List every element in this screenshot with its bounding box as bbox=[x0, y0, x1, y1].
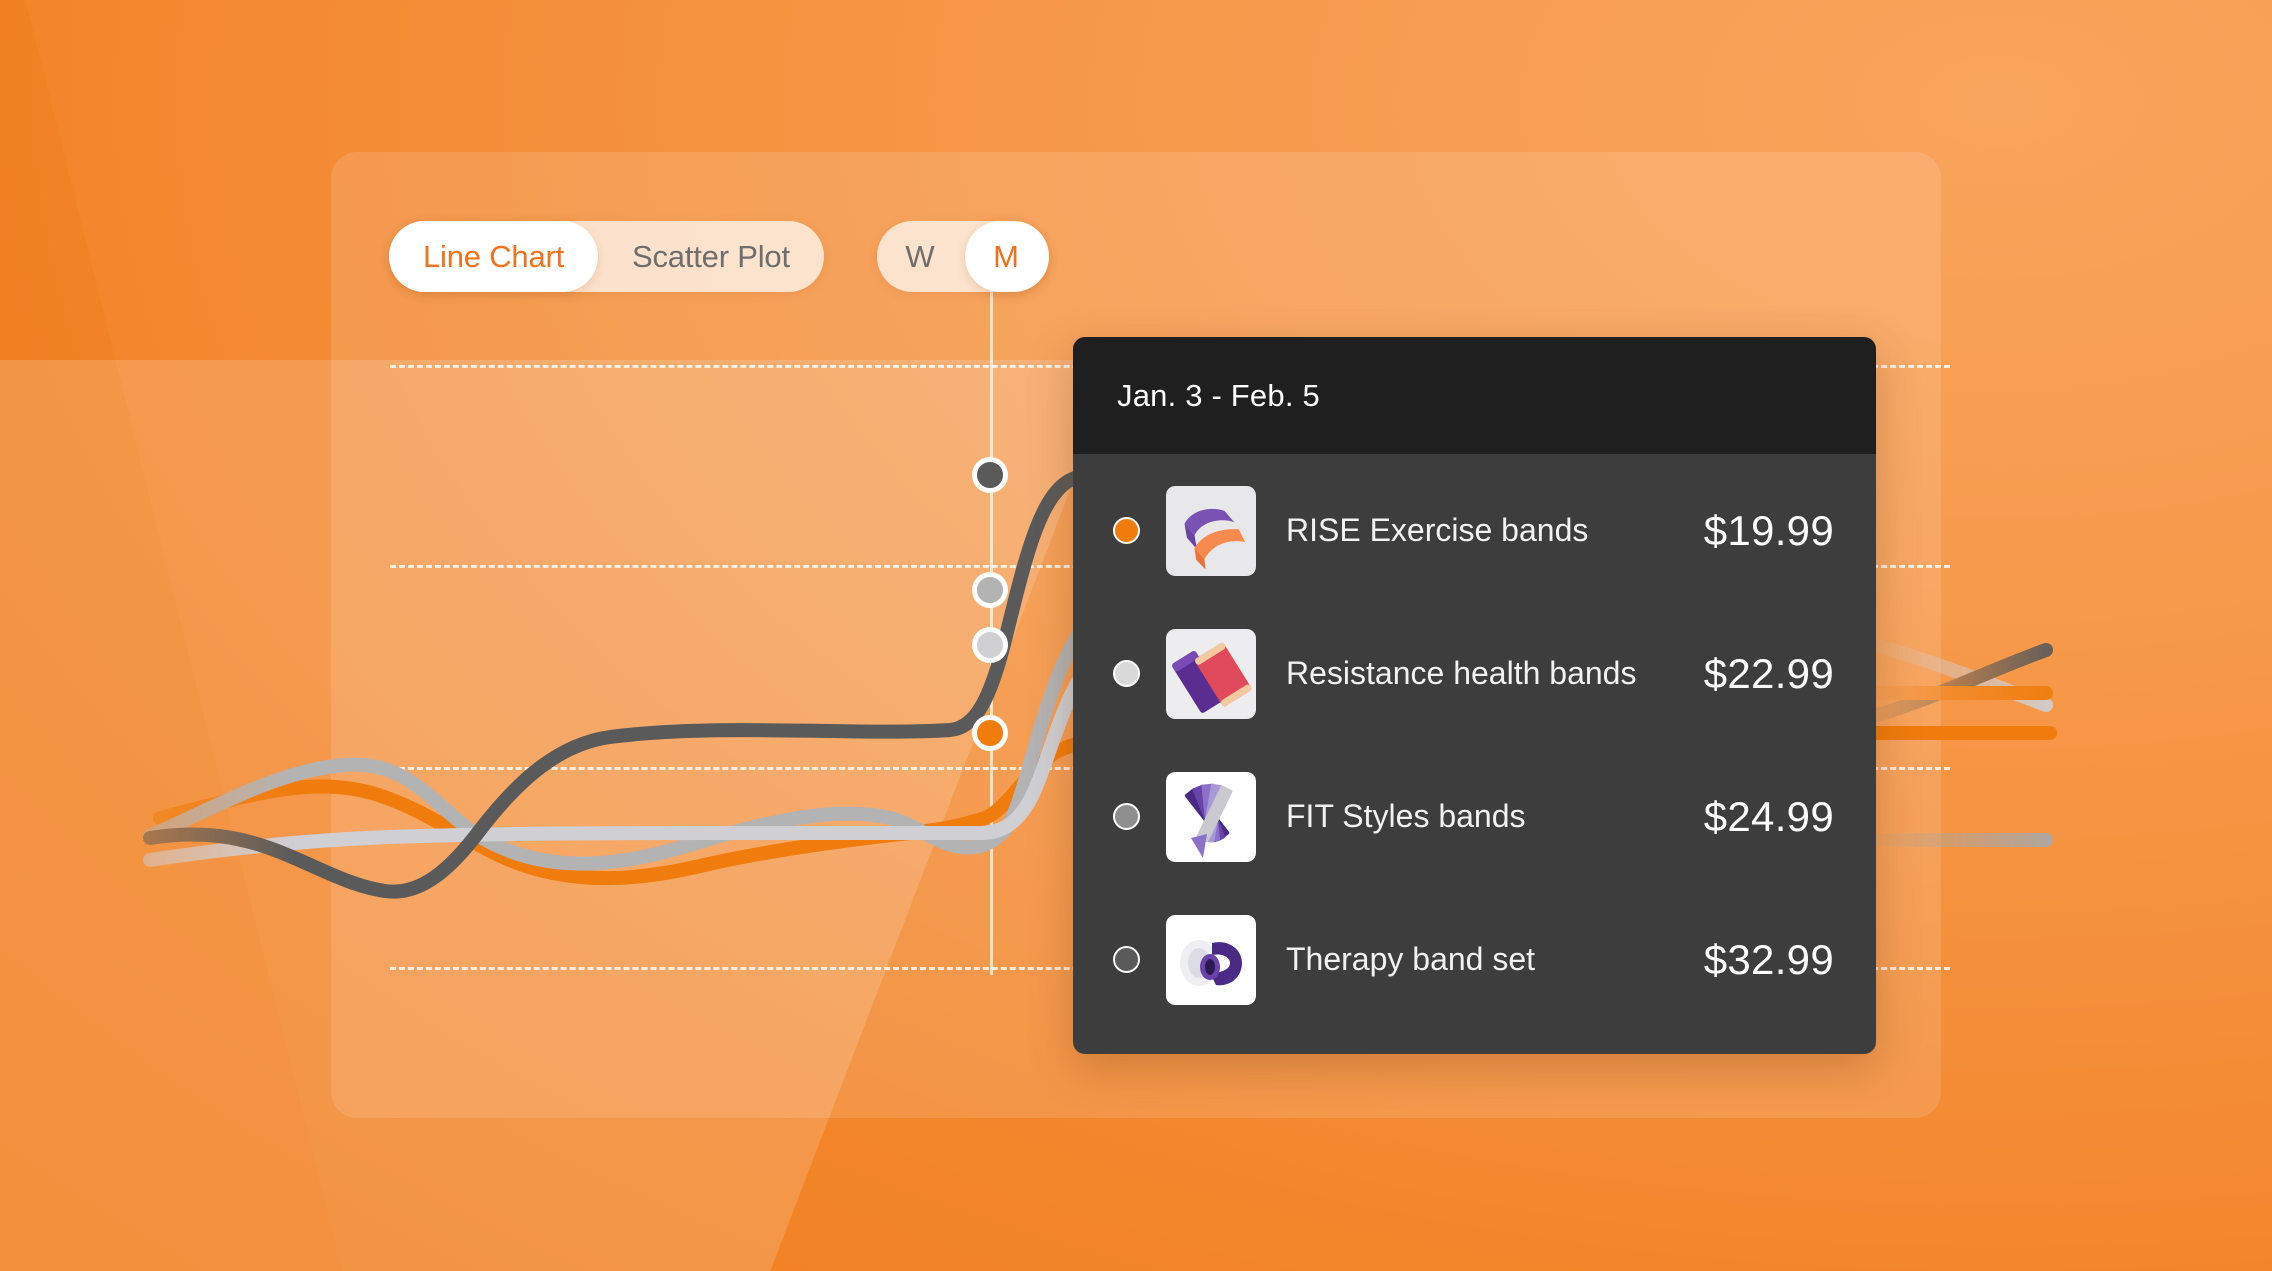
series-color-dot bbox=[1113, 803, 1140, 830]
product-thumbnail bbox=[1166, 485, 1256, 576]
tooltip-product-row[interactable]: Resistance health bands $22.99 bbox=[1073, 602, 1876, 745]
chart-point-marker[interactable] bbox=[972, 457, 1008, 493]
product-thumbnail bbox=[1166, 628, 1256, 719]
chart-type-option-line-chart[interactable]: Line Chart bbox=[389, 221, 598, 292]
product-price: $24.99 bbox=[1703, 792, 1834, 840]
product-thumbnail bbox=[1166, 771, 1256, 862]
series-color-dot bbox=[1113, 517, 1140, 544]
tooltip-product-row[interactable]: RISE Exercise bands $19.99 bbox=[1073, 459, 1876, 602]
product-name: Resistance health bands bbox=[1286, 655, 1637, 691]
product-price: $22.99 bbox=[1703, 649, 1834, 697]
time-range-toggle[interactable]: W M bbox=[877, 221, 1049, 292]
chart-point-marker[interactable] bbox=[972, 627, 1008, 663]
tooltip-product-list: RISE Exercise bands $19.99 Resistance hea… bbox=[1073, 454, 1876, 1054]
tooltip-product-row[interactable]: FIT Styles bands $24.99 bbox=[1073, 745, 1876, 888]
product-name: RISE Exercise bands bbox=[1286, 512, 1589, 548]
time-range-option-month[interactable]: M bbox=[963, 221, 1049, 292]
time-range-option-week[interactable]: W bbox=[877, 221, 963, 292]
tooltip-date-range: Jan. 3 - Feb. 5 bbox=[1117, 377, 1320, 413]
chart-line-right-segment bbox=[1867, 643, 2053, 723]
tooltip-product-row[interactable]: Therapy band set $32.99 bbox=[1073, 888, 1876, 1031]
chart-point-marker[interactable] bbox=[972, 572, 1008, 608]
product-thumbnail bbox=[1166, 914, 1256, 1005]
chart-tooltip-panel: Jan. 3 - Feb. 5 RISE Exercise bands $19.9… bbox=[1073, 337, 1876, 1054]
product-price: $32.99 bbox=[1703, 935, 1834, 983]
product-price: $19.99 bbox=[1703, 506, 1834, 554]
tooltip-header: Jan. 3 - Feb. 5 bbox=[1073, 337, 1876, 454]
chart-type-toggle[interactable]: Line Chart Scatter Plot bbox=[389, 221, 824, 292]
series-color-dot bbox=[1113, 946, 1140, 973]
product-name: FIT Styles bands bbox=[1286, 798, 1526, 834]
chart-point-marker[interactable] bbox=[972, 715, 1008, 751]
chart-type-option-scatter-plot[interactable]: Scatter Plot bbox=[598, 221, 824, 292]
product-name: Therapy band set bbox=[1286, 941, 1536, 977]
series-color-dot bbox=[1113, 660, 1140, 687]
screenshot-root: Line Chart Scatter Plot W M Jan. 3 - Feb… bbox=[0, 0, 2272, 1271]
